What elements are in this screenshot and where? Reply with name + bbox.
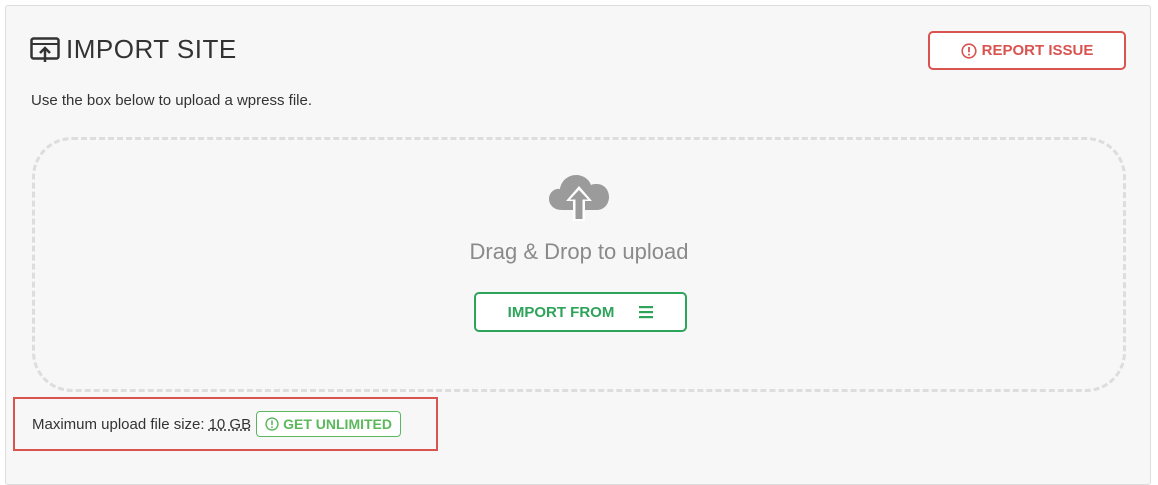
cloud-upload-icon: [549, 175, 609, 221]
import-screen-icon: [30, 36, 60, 62]
import-panel: IMPORT SITE REPORT ISSUE Use the box bel…: [5, 5, 1151, 485]
upload-limit-box: Maximum upload file size: 10 GB GET UNLI…: [13, 397, 438, 451]
get-unlimited-button[interactable]: GET UNLIMITED: [256, 411, 401, 437]
page-title: IMPORT SITE: [66, 34, 237, 64]
get-unlimited-label: GET UNLIMITED: [283, 416, 392, 432]
alert-circle-icon: [265, 417, 279, 431]
report-issue-button[interactable]: REPORT ISSUE: [928, 31, 1126, 70]
upload-limit-size: 10 GB: [208, 415, 252, 433]
page-header: IMPORT SITE: [30, 34, 237, 65]
report-issue-label: REPORT ISSUE: [981, 42, 1094, 59]
drag-drop-text: Drag & Drop to upload: [469, 239, 689, 264]
import-from-label: IMPORT FROM: [507, 303, 615, 321]
upload-dropzone[interactable]: Drag & Drop to upload IMPORT FROM: [32, 137, 1126, 392]
import-from-button[interactable]: IMPORT FROM: [474, 292, 687, 332]
upload-limit-label: Maximum upload file size:: [32, 415, 205, 433]
alert-circle-icon: [961, 42, 977, 59]
instructions-text: Use the box below to upload a wpress fil…: [31, 92, 312, 109]
menu-icon: [639, 306, 654, 319]
